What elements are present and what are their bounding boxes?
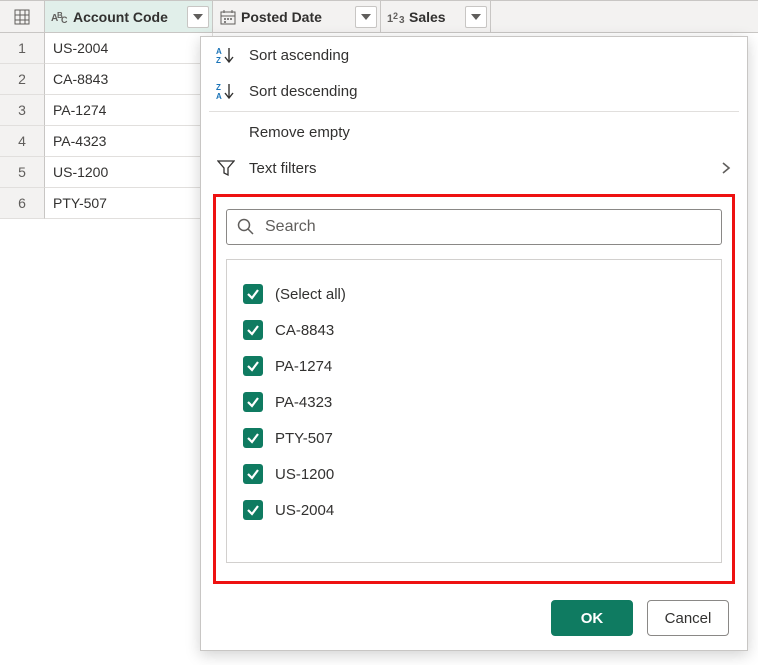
column-filter-dropdown[interactable] [465,6,487,28]
filter-option[interactable]: PA-1274 [243,348,705,384]
chevron-right-icon [721,161,731,175]
sort-asc-icon: AZ [215,46,237,64]
menu-separator [209,111,739,112]
sort-desc-icon: ZA [215,82,237,100]
checkbox-checked-icon[interactable] [243,428,263,448]
menu-text-filters[interactable]: Text filters [201,150,747,186]
filter-options-list: (Select all) CA-8843 PA-1274 PA-4323 PTY… [226,259,722,563]
row-number[interactable]: 4 [0,126,45,157]
menu-item-label: Sort ascending [249,47,349,64]
row-number[interactable]: 5 [0,157,45,188]
checkbox-checked-icon[interactable] [243,464,263,484]
column-header-posted-date[interactable]: Posted Date [213,1,381,32]
svg-text:C: C [61,15,68,25]
filter-option[interactable]: PTY-507 [243,420,705,456]
text-type-icon: ABC [51,9,69,25]
chevron-down-icon [471,14,481,20]
filter-option-label: US-2004 [275,502,334,519]
cell-account-code[interactable]: PA-4323 [45,126,213,156]
filter-values-panel: (Select all) CA-8843 PA-1274 PA-4323 PTY… [213,194,735,584]
checkbox-checked-icon[interactable] [243,284,263,304]
cell-account-code[interactable]: PTY-507 [45,188,213,218]
column-label: Account Code [73,9,187,25]
filter-option-label: (Select all) [275,286,346,303]
cell-account-code[interactable]: US-2004 [45,33,213,63]
filter-option-label: PA-1274 [275,358,332,375]
filter-icon [215,159,237,177]
column-header-account-code[interactable]: ABC Account Code [45,1,213,32]
filter-search-box[interactable] [226,209,722,245]
svg-text:Z: Z [216,83,221,92]
filter-option-label: PTY-507 [275,430,333,447]
filter-option-label: US-1200 [275,466,334,483]
row-number-gutter: 1 2 3 4 5 6 [0,33,45,219]
menu-sort-ascending[interactable]: AZ Sort ascending [201,37,747,73]
checkbox-checked-icon[interactable] [243,500,263,520]
menu-sort-descending[interactable]: ZA Sort descending [201,73,747,109]
filter-option[interactable]: CA-8843 [243,312,705,348]
menu-item-label: Text filters [249,160,317,177]
search-icon [237,218,255,236]
filter-search-input[interactable] [263,217,721,237]
filter-option[interactable]: US-1200 [243,456,705,492]
row-number[interactable]: 3 [0,95,45,126]
number-type-icon: 123 [387,9,405,25]
row-number[interactable]: 1 [0,33,45,64]
filter-option[interactable]: US-2004 [243,492,705,528]
cancel-button[interactable]: Cancel [647,600,729,636]
filter-option[interactable]: PA-4323 [243,384,705,420]
menu-remove-empty[interactable]: Remove empty [201,114,747,150]
menu-item-label: Remove empty [249,124,350,141]
column-filter-menu: AZ Sort ascending ZA Sort descending Rem… [200,36,748,651]
checkbox-checked-icon[interactable] [243,392,263,412]
cell-account-code[interactable]: PA-1274 [45,95,213,125]
select-all-rows-handle[interactable] [0,1,45,32]
svg-text:3: 3 [399,15,405,25]
filter-option-select-all[interactable]: (Select all) [243,276,705,312]
svg-text:A: A [216,47,222,56]
column-filter-dropdown[interactable] [355,6,377,28]
menu-item-label: Sort descending [249,83,357,100]
row-number[interactable]: 6 [0,188,45,219]
chevron-down-icon [361,14,371,20]
column-label: Sales [409,9,465,25]
svg-text:2: 2 [393,11,398,21]
column-header-sales[interactable]: 123 Sales [381,1,491,32]
cell-account-code[interactable]: US-1200 [45,157,213,187]
filter-option-label: PA-4323 [275,394,332,411]
svg-text:A: A [216,92,222,100]
row-number[interactable]: 2 [0,64,45,95]
cell-account-code[interactable]: CA-8843 [45,64,213,94]
column-label: Posted Date [241,9,355,25]
filter-option-label: CA-8843 [275,322,334,339]
column-filter-dropdown[interactable] [187,6,209,28]
checkbox-checked-icon[interactable] [243,320,263,340]
svg-text:Z: Z [216,56,221,64]
table-icon [14,9,30,25]
ok-button[interactable]: OK [551,600,633,636]
date-type-icon [219,9,237,25]
chevron-down-icon [193,14,203,20]
checkbox-checked-icon[interactable] [243,356,263,376]
